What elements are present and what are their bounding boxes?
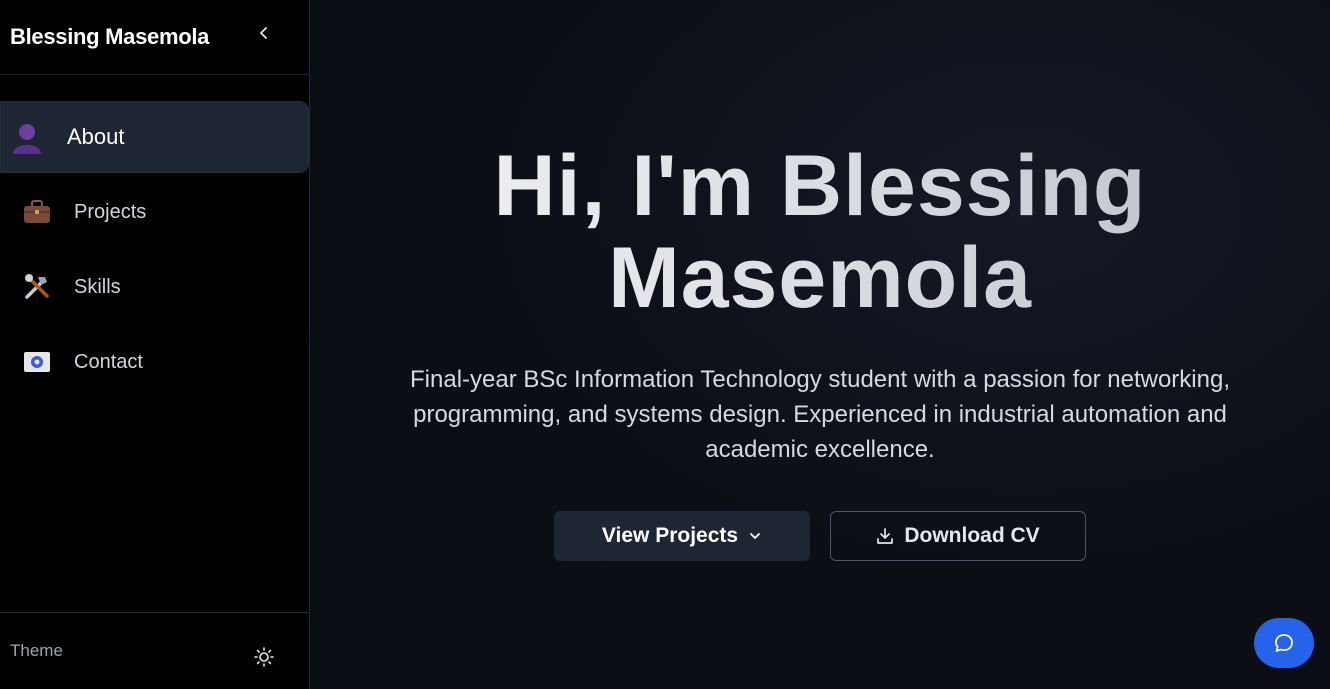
cta-row: View Projects Download CV <box>310 511 1330 561</box>
sidebar-item-about[interactable]: About <box>0 101 309 173</box>
sun-icon <box>254 647 274 667</box>
download-cv-button[interactable]: Download CV <box>830 511 1086 561</box>
hero-title-line1: Hi, I'm Blessing <box>493 138 1147 234</box>
sidebar-item-label: About <box>67 124 125 149</box>
chevron-down-icon <box>750 533 760 539</box>
tools-icon <box>22 272 52 302</box>
sidebar-footer: Theme <box>0 612 309 689</box>
chat-bubble-icon <box>1275 634 1293 652</box>
view-projects-label: View Projects <box>601 524 739 547</box>
sidebar-item-projects[interactable]: Projects <box>0 176 309 248</box>
sidebar-item-label: Skills <box>74 275 121 298</box>
sidebar: Blessing Masemola About Projects Skills … <box>0 0 310 689</box>
hero-subtitle: Final-year BSc Information Technology st… <box>410 366 1230 463</box>
hero-title: Hi, I'm Blessing Masemola <box>310 140 1330 324</box>
chevron-left-icon <box>260 27 267 39</box>
sidebar-item-label: Contact <box>74 350 143 373</box>
theme-toggle-button[interactable] <box>250 643 278 671</box>
hero-title-line2: Masemola <box>608 230 1032 326</box>
app-window: Blessing Masemola About Projects Skills … <box>0 0 1330 689</box>
view-projects-button[interactable]: View Projects <box>554 511 810 561</box>
download-cv-label: Download CV <box>904 524 1040 547</box>
hero-section: Hi, I'm Blessing Masemola Final-year BSc… <box>310 140 1330 561</box>
brand-name: Blessing Masemola <box>10 24 210 49</box>
sidebar-item-skills[interactable]: Skills <box>0 251 309 323</box>
sidebar-item-contact[interactable]: Contact <box>0 326 309 398</box>
chat-button[interactable] <box>1254 618 1314 668</box>
collapse-sidebar-button[interactable] <box>250 19 278 47</box>
sidebar-nav: About Projects Skills Contact <box>0 75 309 398</box>
briefcase-icon <box>22 197 52 227</box>
email-icon <box>22 347 52 377</box>
theme-label: Theme <box>10 641 63 660</box>
sidebar-header: Blessing Masemola <box>0 0 309 75</box>
sidebar-item-label: Projects <box>74 200 147 223</box>
download-icon <box>877 528 894 544</box>
person-icon <box>10 120 44 154</box>
main-content: Hi, I'm Blessing Masemola Final-year BSc… <box>310 0 1330 689</box>
